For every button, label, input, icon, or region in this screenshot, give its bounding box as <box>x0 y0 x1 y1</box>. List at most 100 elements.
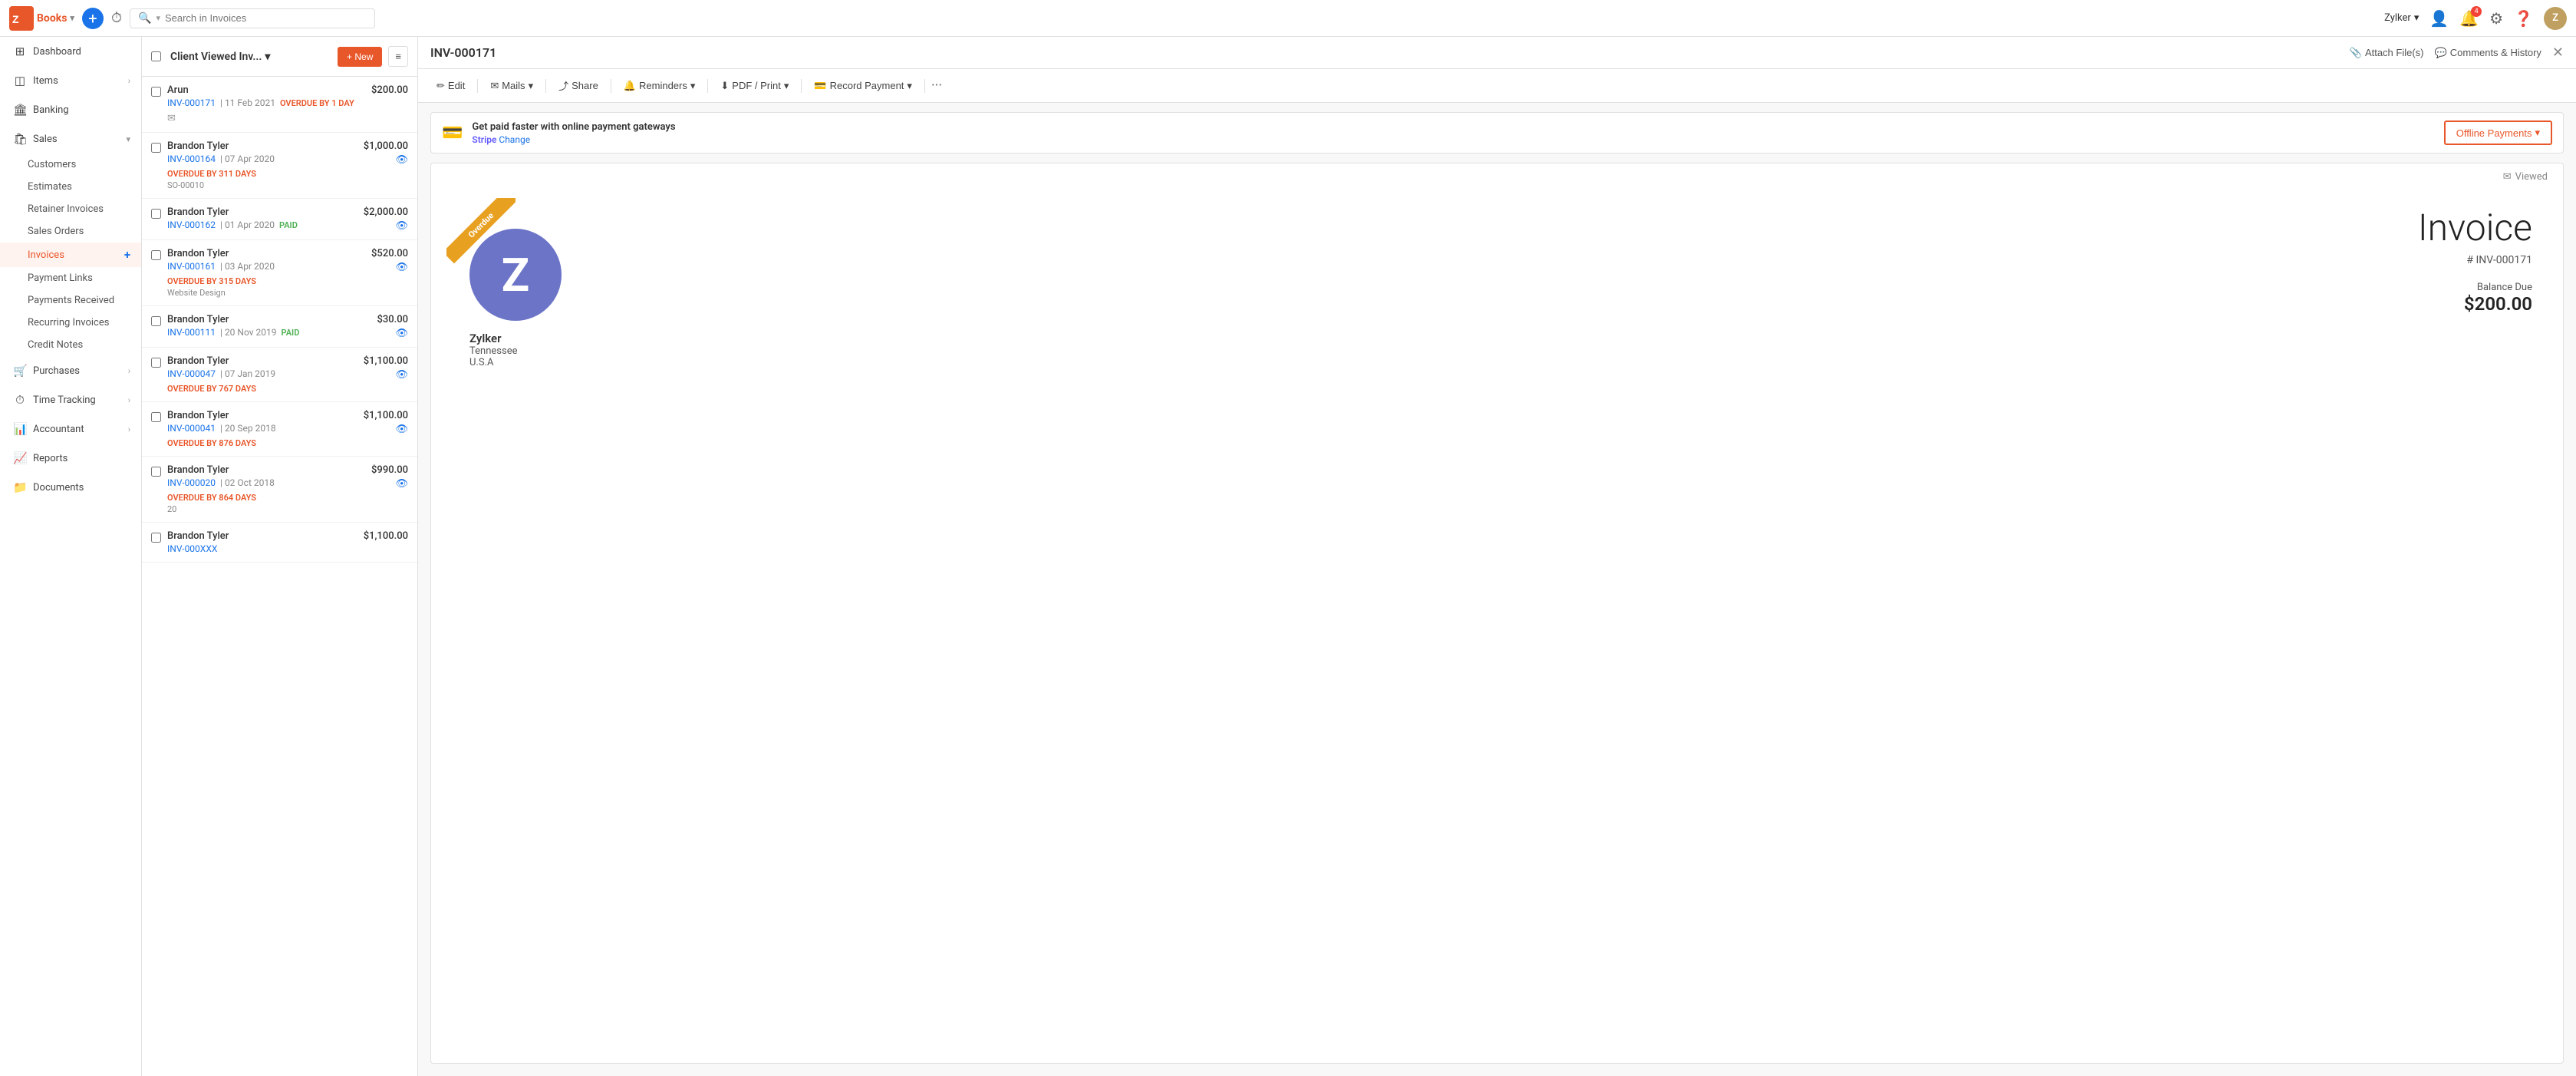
invoice-amount: $1,100.00 <box>364 410 408 421</box>
invoice-list-item[interactable]: Brandon Tyler INV-000041 | 20 Sep 2018 O… <box>142 402 417 457</box>
settings-icon[interactable]: ⚙ <box>2489 9 2503 28</box>
invoice-customer: Brandon Tyler <box>167 206 357 218</box>
change-link[interactable]: Change <box>499 134 530 145</box>
invoice-item-content: Brandon Tyler INV-000041 | 20 Sep 2018 O… <box>167 410 357 448</box>
sidebar-sub-estimates[interactable]: Estimates <box>0 176 141 198</box>
record-payment-button[interactable]: 💳 Record Payment ▾ <box>808 77 918 95</box>
invoice-number[interactable]: INV-000041 <box>167 423 216 434</box>
offline-payments-button[interactable]: Offline Payments ▾ <box>2444 120 2552 145</box>
sidebar-sub-credit-notes[interactable]: Credit Notes <box>0 334 141 356</box>
invoice-number[interactable]: INV-000047 <box>167 368 216 379</box>
invoice-list-item[interactable]: Brandon Tyler INV-000XXX $1,100.00 <box>142 523 417 563</box>
invoice-right-info: Invoice # INV-000171 Balance Due $200.00 <box>2418 206 2532 315</box>
invoice-checkbox[interactable] <box>151 467 161 477</box>
invoice-checkbox[interactable] <box>151 412 161 422</box>
select-all-checkbox[interactable] <box>151 51 161 61</box>
notifications-icon[interactable]: 🔔 4 <box>2459 9 2479 28</box>
add-new-button[interactable]: + <box>82 8 104 29</box>
sidebar-item-purchases[interactable]: 🛒 Purchases › <box>0 356 141 385</box>
company-country: U.S.A <box>469 357 562 368</box>
invoice-status: OVERDUE BY 864 DAYS <box>167 493 256 503</box>
invoice-checkbox[interactable] <box>151 358 161 368</box>
sidebar-item-accountant[interactable]: 📊 Accountant › <box>0 414 141 444</box>
app-logo[interactable]: Z Books ▾ <box>9 6 74 31</box>
invoice-right: $990.00 👁 <box>371 464 408 490</box>
invoice-checkbox[interactable] <box>151 250 161 260</box>
time-tracking-icon: ⏱ <box>13 393 27 407</box>
history-icon[interactable]: ⏱ <box>111 10 122 26</box>
new-invoice-button[interactable]: + New <box>338 47 382 67</box>
search-input[interactable] <box>165 12 367 24</box>
invoice-items-container: Arun INV-000171 | 11 Feb 2021 OVERDUE BY… <box>142 77 417 563</box>
sidebar-item-time-tracking[interactable]: ⏱ Time Tracking › <box>0 385 141 414</box>
invoice-checkbox[interactable] <box>151 87 161 97</box>
sidebar-item-sales[interactable]: 🛍 Sales ▾ <box>0 124 141 153</box>
user-name: Zylker <box>2384 12 2411 24</box>
invoice-number[interactable]: INV-000111 <box>167 327 216 338</box>
sidebar-sub-payments-received[interactable]: Payments Received <box>0 289 141 312</box>
invoice-item-content: Brandon Tyler INV-000162 | 01 Apr 2020 P… <box>167 206 357 230</box>
banner-text: Get paid faster with online payment gate… <box>472 121 2434 145</box>
invoice-list-item[interactable]: Brandon Tyler INV-000047 | 07 Jan 2019 O… <box>142 348 417 402</box>
accountant-arrow-icon: › <box>128 424 130 434</box>
sidebar-item-dashboard[interactable]: ⊞ Dashboard <box>0 37 141 66</box>
invoice-number[interactable]: INV-000020 <box>167 477 216 488</box>
invoice-meta: INV-000161 | 03 Apr 2020 OVERDUE BY 315 … <box>167 261 365 286</box>
invoice-list-item[interactable]: Brandon Tyler INV-000164 | 07 Apr 2020 O… <box>142 133 417 199</box>
reminders-button[interactable]: 🔔 Reminders ▾ <box>618 77 702 95</box>
sidebar-item-documents[interactable]: 📁 Documents <box>0 473 141 502</box>
invoice-checkbox[interactable] <box>151 209 161 219</box>
user-avatar[interactable]: Z <box>2544 7 2567 30</box>
toolbar-separator-5 <box>801 79 802 93</box>
invoice-amount: $520.00 <box>371 248 408 259</box>
invoice-list-item[interactable]: Brandon Tyler INV-000161 | 03 Apr 2020 O… <box>142 240 417 306</box>
sidebar-sub-recurring-invoices[interactable]: Recurring Invoices <box>0 312 141 334</box>
pdf-print-button[interactable]: ⬇ PDF / Print ▾ <box>714 77 795 95</box>
view-icon: 👁 <box>395 328 408 339</box>
edit-button[interactable]: ✏ Edit <box>430 77 471 95</box>
sidebar-sub-customers[interactable]: Customers <box>0 153 141 176</box>
invoice-checkbox[interactable] <box>151 143 161 153</box>
close-detail-button[interactable]: ✕ <box>2552 45 2564 61</box>
invoice-number[interactable]: INV-000162 <box>167 219 216 230</box>
invoice-number[interactable]: INV-000XXX <box>167 543 217 554</box>
invoice-checkbox[interactable] <box>151 316 161 326</box>
contacts-icon[interactable]: 👤 <box>2429 9 2449 28</box>
attach-files-button[interactable]: 📎 Attach File(s) <box>2350 47 2424 59</box>
invoice-amount: $1,000.00 <box>364 140 408 152</box>
logo-dropdown-icon[interactable]: ▾ <box>70 13 74 23</box>
sidebar-item-items[interactable]: ◫ Items › <box>0 66 141 95</box>
invoice-status: PAID <box>279 220 298 230</box>
search-filter-icon[interactable]: ▾ <box>156 13 160 23</box>
invoice-number[interactable]: INV-000161 <box>167 261 216 272</box>
sidebar-sub-sales-orders[interactable]: Sales Orders <box>0 220 141 243</box>
invoice-amount: $1,100.00 <box>364 530 408 542</box>
invoice-list-item[interactable]: Brandon Tyler INV-000111 | 20 Nov 2019 P… <box>142 306 417 348</box>
reports-icon: 📈 <box>13 451 27 465</box>
reminders-label: Reminders <box>639 80 687 91</box>
sidebar-item-banking[interactable]: 🏛 Banking <box>0 95 141 124</box>
list-title[interactable]: Client Viewed Inv... ▾ <box>170 51 270 63</box>
invoice-number[interactable]: INV-000164 <box>167 153 216 164</box>
sidebar-sub-retainer-invoices[interactable]: Retainer Invoices <box>0 198 141 220</box>
invoice-list-item[interactable]: Arun INV-000171 | 11 Feb 2021 OVERDUE BY… <box>142 77 417 133</box>
view-icon: 👁 <box>395 220 408 232</box>
invoices-plus-button[interactable]: + <box>124 248 130 262</box>
invoice-checkbox[interactable] <box>151 533 161 543</box>
mails-button[interactable]: ✉ Mails ▾ <box>484 77 539 95</box>
comments-history-button[interactable]: 💬 Comments & History <box>2435 47 2541 59</box>
invoice-list-item[interactable]: Brandon Tyler INV-000162 | 01 Apr 2020 P… <box>142 199 417 240</box>
invoice-date: | 03 Apr 2020 <box>220 261 275 272</box>
more-options-button[interactable]: ··· <box>931 78 942 94</box>
list-menu-button[interactable]: ≡ <box>388 46 408 67</box>
sidebar-item-reports[interactable]: 📈 Reports <box>0 444 141 473</box>
sidebar-sub-invoices[interactable]: Invoices + <box>0 243 141 267</box>
sidebar-sub-payment-links[interactable]: Payment Links <box>0 267 141 289</box>
invoice-customer: Brandon Tyler <box>167 140 357 152</box>
invoice-number[interactable]: INV-000171 <box>167 97 216 108</box>
invoice-list-item[interactable]: Brandon Tyler INV-000020 | 02 Oct 2018 O… <box>142 457 417 523</box>
share-button[interactable]: ⤴ Share <box>552 75 604 96</box>
help-icon[interactable]: ❓ <box>2514 9 2533 28</box>
viewed-label: ✉ Viewed <box>431 163 2563 183</box>
user-menu[interactable]: Zylker ▾ <box>2384 12 2419 24</box>
